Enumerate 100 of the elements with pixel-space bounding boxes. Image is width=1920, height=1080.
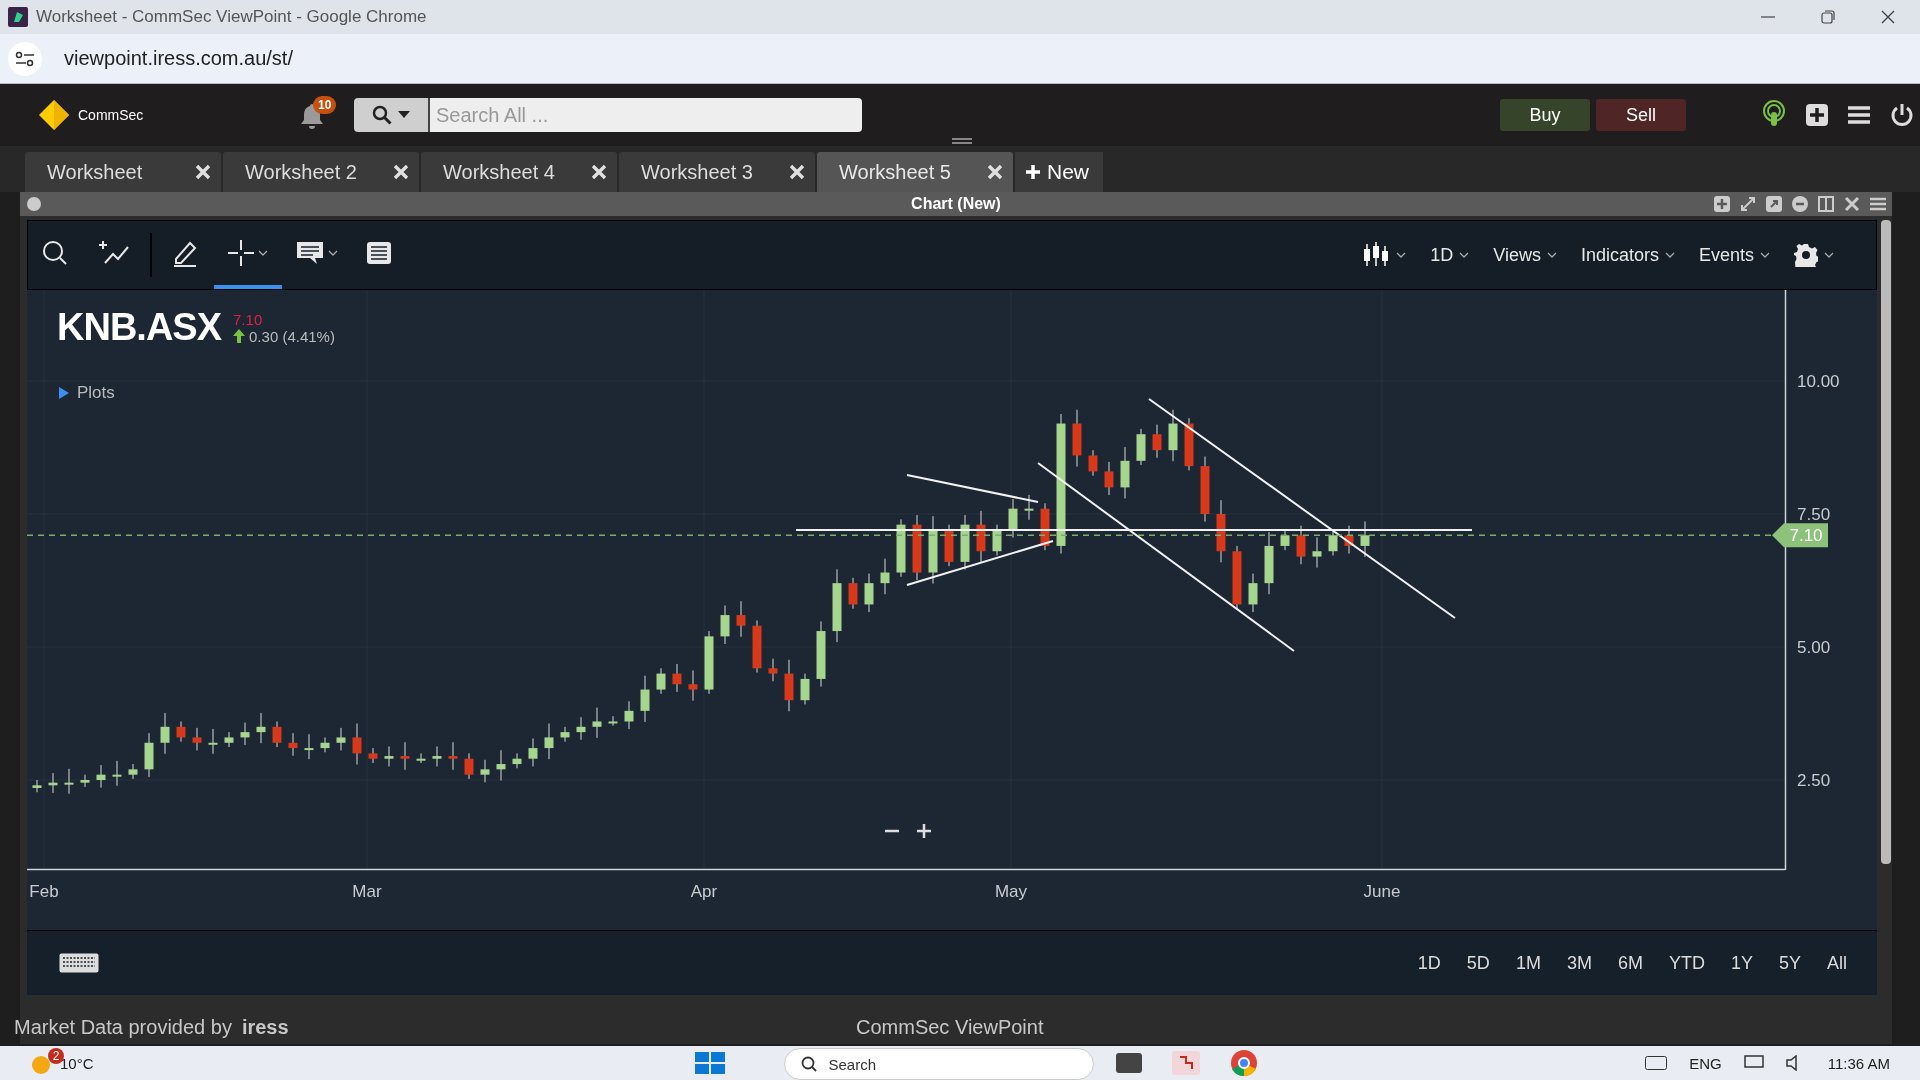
clock-time[interactable]: 11:36 AM <box>1827 1054 1890 1072</box>
chevron-down-icon[interactable] <box>1396 251 1407 259</box>
candle <box>544 723 554 760</box>
expand-icon[interactable] <box>1740 196 1756 212</box>
candle <box>1152 424 1162 459</box>
settings-icon[interactable] <box>1794 243 1818 267</box>
candle <box>208 728 218 755</box>
range-button[interactable]: YTD <box>1658 948 1715 978</box>
close-icon[interactable] <box>1880 9 1896 25</box>
range-button[interactable]: 1Y <box>1720 948 1763 978</box>
candle <box>720 605 730 645</box>
keyboard-icon[interactable] <box>59 953 99 973</box>
caret-icon <box>398 111 410 119</box>
sell-button[interactable]: Sell <box>1596 99 1686 131</box>
candle <box>816 620 826 688</box>
y-axis-label: 7.50 <box>1797 505 1831 524</box>
windows-icon[interactable] <box>693 1051 726 1075</box>
range-button[interactable]: 6M <box>1607 948 1653 978</box>
candle <box>1232 545 1242 610</box>
taskbar-search-field[interactable]: Search <box>783 1048 1094 1080</box>
restore-icon[interactable] <box>1820 9 1836 25</box>
crosshair-icon[interactable] <box>228 240 254 266</box>
chevron-down-icon[interactable] <box>1664 251 1675 259</box>
candle <box>528 738 538 767</box>
candle <box>32 779 42 793</box>
candle <box>672 663 682 693</box>
triangle-drawing[interactable] <box>906 474 1054 586</box>
range-button[interactable]: 3M <box>1556 948 1602 978</box>
comment-icon[interactable] <box>296 241 324 265</box>
scrollbar[interactable] <box>1881 220 1891 864</box>
list-icon[interactable] <box>366 241 392 265</box>
range-button[interactable]: 1M <box>1505 948 1551 978</box>
site-settings-button[interactable] <box>8 41 42 76</box>
search-icon <box>800 1056 817 1072</box>
dropdown-menu[interactable]: 1D <box>1426 240 1474 270</box>
menu-icon[interactable] <box>1848 105 1870 125</box>
add-icon[interactable] <box>1806 104 1828 126</box>
new-tab-button[interactable]: New <box>1015 152 1103 192</box>
app-icon[interactable] <box>1115 1053 1142 1073</box>
chevron-down-icon[interactable] <box>1760 251 1770 259</box>
candle <box>512 752 522 769</box>
panel-title: Chart (New) <box>911 195 1001 212</box>
range-button[interactable]: 5Y <box>1768 948 1811 978</box>
search-icon[interactable] <box>42 240 68 266</box>
keyboard-icon[interactable] <box>1645 1056 1668 1070</box>
worksheet-tab[interactable]: Worksheet 3 <box>619 152 815 192</box>
range-button[interactable]: All <box>1817 948 1857 978</box>
dropdown-menu[interactable]: Events <box>1694 240 1774 270</box>
brand-name: CommSec <box>78 107 144 123</box>
candle <box>912 514 922 581</box>
network-icon[interactable] <box>1743 1055 1764 1071</box>
address-bar[interactable]: viewpoint.iress.com.au/st/ <box>64 47 293 70</box>
popout-icon[interactable] <box>1766 196 1782 212</box>
candle <box>256 712 266 744</box>
search-field[interactable]: Search All ... <box>428 98 862 132</box>
candle <box>384 746 394 767</box>
minimize-icon[interactable] <box>1792 196 1808 212</box>
candle <box>1104 461 1114 496</box>
chevron-down-icon[interactable] <box>258 249 268 257</box>
worksheet-tab[interactable]: Worksheet 4 <box>421 152 617 192</box>
worksheet-tab[interactable]: Worksheet 5 <box>817 152 1013 192</box>
range-button[interactable]: 5D <box>1456 948 1500 978</box>
dropdown-menu[interactable]: Indicators <box>1576 240 1679 270</box>
candle <box>160 712 170 755</box>
y-axis-label: 2.50 <box>1797 771 1831 790</box>
range-button[interactable]: 1D <box>1407 948 1451 978</box>
candle <box>64 768 74 795</box>
candle <box>944 524 954 567</box>
zoom-in-icon[interactable] <box>917 824 931 838</box>
candle <box>992 524 1002 556</box>
candle <box>608 715 618 727</box>
add-indicator-icon[interactable] <box>96 241 130 265</box>
candle <box>880 558 890 595</box>
buy-button[interactable]: Buy <box>1500 99 1590 131</box>
candle <box>1120 446 1130 499</box>
plots-toggle[interactable]: Plots <box>53 382 121 404</box>
chevron-down-icon[interactable] <box>1824 251 1834 259</box>
worksheet-tab[interactable]: Worksheet <box>25 152 221 192</box>
candlestick-icon[interactable] <box>1362 242 1391 268</box>
candle <box>640 675 650 723</box>
chevron-down-icon[interactable] <box>1546 251 1557 259</box>
candle <box>592 707 602 739</box>
candle <box>448 741 458 771</box>
chrome-icon[interactable] <box>1229 1049 1258 1077</box>
split-view-icon[interactable] <box>1818 196 1834 212</box>
dropdown-menu[interactable]: Views <box>1489 240 1561 270</box>
sliders-icon <box>15 50 35 67</box>
x-axis-label: Mar <box>352 882 382 901</box>
chevron-down-icon[interactable] <box>328 249 338 257</box>
power-icon[interactable] <box>1890 103 1914 127</box>
window-dot-icon[interactable] <box>26 196 42 212</box>
language-indicator[interactable]: ENG <box>1689 1054 1722 1072</box>
drag-handle-icon[interactable] <box>952 138 972 144</box>
candle <box>736 600 746 638</box>
app-icon[interactable] <box>1171 1051 1200 1075</box>
channel-drawing[interactable] <box>1037 398 1456 652</box>
candle <box>768 658 778 682</box>
worksheet-tab[interactable]: Worksheet 2 <box>223 152 419 192</box>
chevron-down-icon[interactable] <box>1459 251 1470 259</box>
search-menu-button[interactable] <box>354 98 428 132</box>
